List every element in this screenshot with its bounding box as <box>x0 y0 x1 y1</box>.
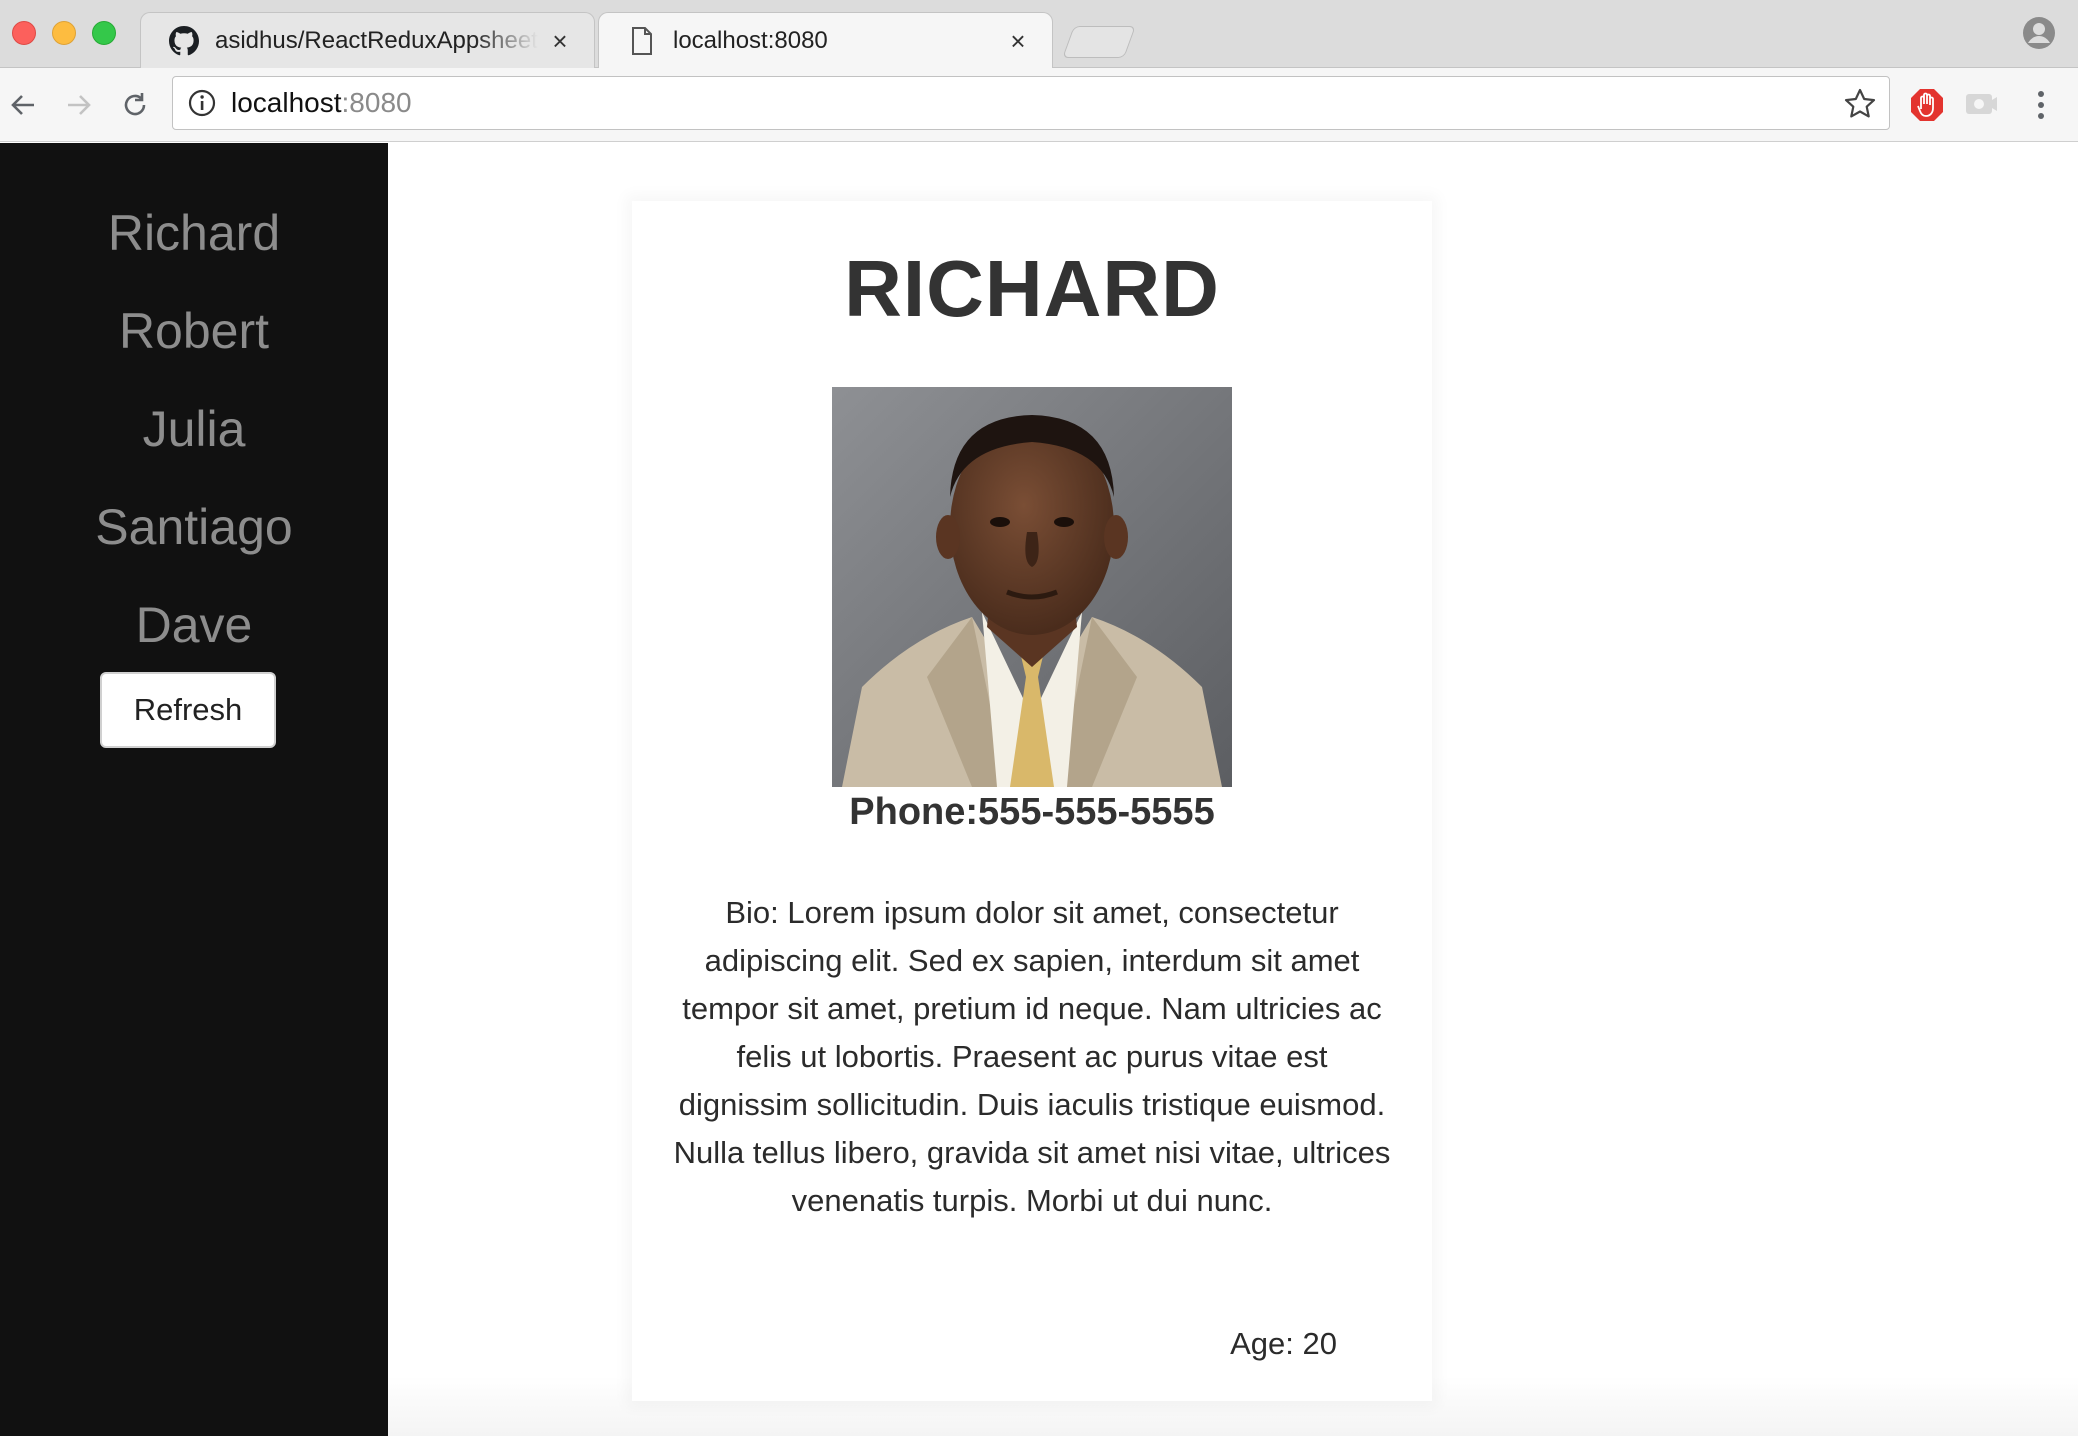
cast-icon[interactable] <box>1962 86 2000 124</box>
browser-toolbar: localhost:8080 <box>0 68 2078 142</box>
tab-title: asidhus/ReactReduxAppsheetC <box>215 26 538 54</box>
tab-localhost[interactable]: localhost:8080 × <box>598 12 1053 69</box>
maximize-window-button[interactable] <box>92 21 116 45</box>
profile-icon[interactable] <box>2022 16 2056 50</box>
refresh-button[interactable]: Refresh <box>100 672 276 748</box>
forward-icon[interactable] <box>62 88 96 122</box>
info-icon[interactable] <box>187 88 217 118</box>
address-bar[interactable]: localhost:8080 <box>172 76 1890 130</box>
adblock-icon[interactable] <box>1908 86 1946 124</box>
phone-number: Phone:555-555-5555 <box>849 791 1215 833</box>
sidebar-item-santiago[interactable]: Santiago <box>0 497 388 557</box>
sidebar-item-richard[interactable]: Richard <box>0 203 388 263</box>
close-icon[interactable]: × <box>1006 28 1030 54</box>
profile-card: RICHARD Phone:555-555-5555 Bio: Lorem ip… <box>632 201 1432 1401</box>
close-icon[interactable]: × <box>548 28 572 54</box>
sidebar-item-julia[interactable]: Julia <box>0 399 388 459</box>
sidebar-item-dave[interactable]: Dave <box>0 595 388 655</box>
minimize-window-button[interactable] <box>52 21 76 45</box>
reload-icon[interactable] <box>118 88 152 122</box>
new-tab-button[interactable] <box>1062 26 1136 58</box>
age-text: Age: 20 <box>1230 1326 1337 1361</box>
bio-text: Bio: Lorem ipsum dolor sit amet, consect… <box>673 895 1391 1218</box>
main-content: RICHARD Phone:555-555-5555 Bio: Lorem ip… <box>388 143 2078 1436</box>
document-icon <box>627 26 657 56</box>
sidebar-item-robert[interactable]: Robert <box>0 301 388 361</box>
more-menu-icon[interactable] <box>2022 86 2060 124</box>
url-port: :8080 <box>341 87 412 118</box>
url-host: localhost <box>231 87 342 118</box>
sidebar: Richard Robert Julia Santiago Dave Refre… <box>0 143 388 1436</box>
browser-tabstrip: asidhus/ReactReduxAppsheetC × localhost:… <box>0 0 2078 69</box>
github-icon <box>169 25 199 56</box>
tab-title: localhost:8080 <box>673 27 828 54</box>
url-text: localhost:8080 <box>231 87 412 119</box>
back-icon[interactable] <box>6 88 40 122</box>
profile-name: RICHARD <box>844 244 1220 333</box>
tab-github[interactable]: asidhus/ReactReduxAppsheetC × <box>140 12 595 68</box>
profile-photo <box>832 387 1232 787</box>
bookmark-star-icon[interactable] <box>1843 87 1877 121</box>
close-window-button[interactable] <box>12 21 36 45</box>
